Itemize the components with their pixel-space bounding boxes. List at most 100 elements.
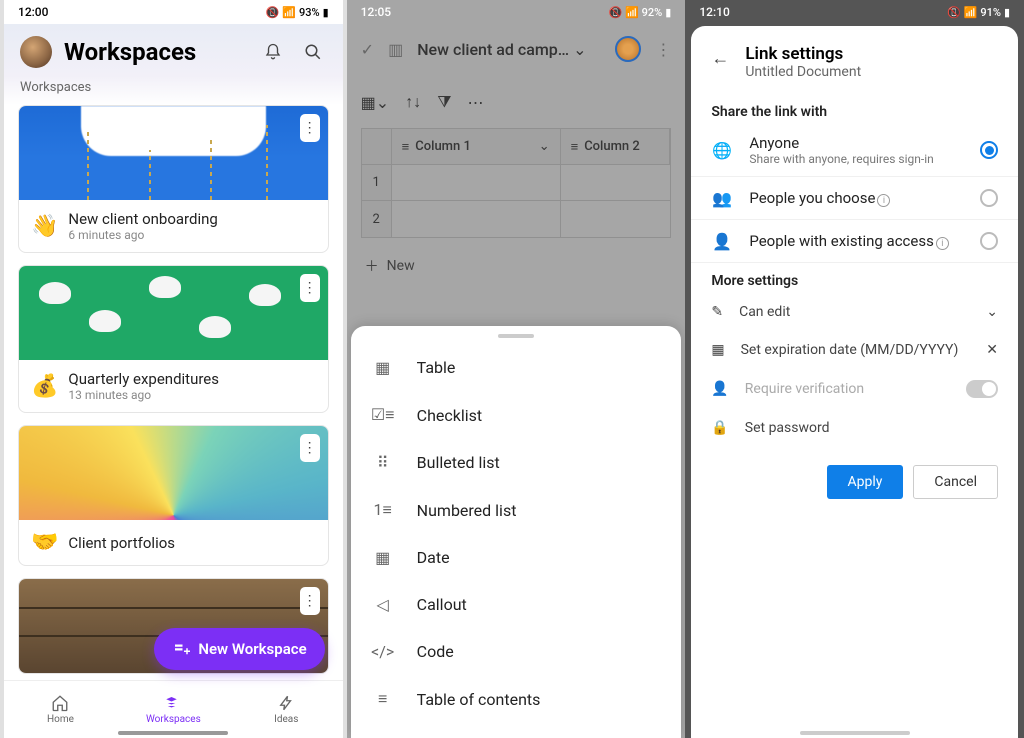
nav-workspaces[interactable]: Workspaces	[117, 681, 230, 738]
card-meta: 6 minutes ago	[68, 228, 217, 242]
setting-can-edit[interactable]: ✎ Can edit ⌄	[691, 293, 1018, 331]
phone-editor: 12:05 📵 📶 92%▮ ✓ ▥ New client ad camp… ⌄…	[347, 0, 686, 738]
avatar[interactable]	[615, 36, 641, 62]
section-more: More settings	[691, 263, 1018, 293]
search-icon[interactable]	[299, 38, 327, 66]
setting-verify: 👤 Require verification	[691, 369, 1018, 409]
info-icon[interactable]: i	[877, 194, 890, 207]
clock: 12:00	[18, 5, 48, 19]
pencil-icon: ✎	[711, 304, 723, 320]
more-icon[interactable]: ⋮	[655, 40, 671, 59]
numbers-icon: 1≡	[373, 500, 393, 520]
card-title: Quarterly expenditures	[68, 370, 219, 388]
fab-label: New Workspace	[198, 640, 306, 658]
radio-selected[interactable]	[980, 141, 998, 159]
bottom-nav: Home Workspaces Ideas	[4, 680, 343, 738]
nav-home[interactable]: Home	[4, 681, 117, 738]
settings-sheet: ← Link settings Untitled Document Share …	[691, 26, 1018, 738]
apply-button[interactable]: Apply	[827, 465, 904, 499]
insert-date[interactable]: ▦Date	[351, 534, 682, 581]
option-anyone[interactable]: 🌐 Anyone Share with anyone, requires sig…	[691, 124, 1018, 177]
megaphone-icon: ◁	[373, 595, 393, 614]
card-title: Client portfolios	[68, 534, 175, 552]
card-menu-icon[interactable]: ⋮	[300, 587, 320, 615]
person-icon: 👤	[711, 381, 728, 397]
lock-icon: 🔒	[711, 420, 728, 436]
globe-icon: 🌐	[711, 139, 733, 161]
page-title: Workspaces	[64, 38, 247, 66]
insert-table[interactable]: ▦Table	[351, 344, 682, 391]
clock: 12:05	[361, 5, 391, 19]
close-icon[interactable]: ✕	[986, 342, 998, 358]
insert-checklist[interactable]: ☑≡Checklist	[351, 391, 682, 439]
ideas-icon	[277, 694, 295, 712]
insert-bulleted[interactable]: ⠿Bulleted list	[351, 439, 682, 486]
home-indicator	[118, 731, 228, 735]
card-image: ⋮	[19, 426, 328, 520]
insert-sheet: ▦Table ☑≡Checklist ⠿Bulleted list 1≡Numb…	[351, 326, 682, 738]
status-bar: 12:05 📵 📶 92%▮	[347, 0, 686, 24]
app-header: Workspaces	[4, 24, 343, 76]
workspace-plus-icon	[172, 640, 190, 658]
cancel-button[interactable]: Cancel	[913, 465, 998, 499]
insert-code[interactable]: </>Code	[351, 628, 682, 675]
avatar[interactable]	[20, 36, 52, 68]
card-list: ⋮ 👋 New client onboarding 6 minutes ago …	[4, 105, 343, 680]
status-icons: 📵 📶 91%▮	[947, 6, 1010, 19]
setting-password[interactable]: 🔒 Set password	[691, 409, 1018, 447]
new-workspace-button[interactable]: New Workspace	[154, 628, 324, 670]
button-row: Apply Cancel	[691, 447, 1018, 517]
insert-callout[interactable]: ◁Callout	[351, 581, 682, 628]
clock: 12:10	[699, 5, 729, 19]
home-indicator	[800, 731, 910, 735]
back-icon[interactable]: ←	[711, 48, 729, 69]
status-icons: 📵 📶 92%▮	[609, 6, 672, 19]
status-icons: 📵 📶 93%▮	[266, 6, 329, 19]
calendar-icon: ▦	[373, 548, 393, 567]
table-icon: ▦	[373, 358, 393, 377]
wave-icon: 👋	[31, 214, 58, 239]
bell-icon[interactable]	[259, 38, 287, 66]
person-icon: 👤	[711, 230, 733, 252]
sheet-title: Link settings	[745, 44, 861, 64]
phone-workspaces: 12:00 📵 📶 93%▮ Workspaces Workspaces ⋮ 👋…	[4, 0, 343, 738]
info-icon[interactable]: i	[936, 237, 949, 250]
status-bar: 12:00 📵 📶 93%▮	[4, 0, 343, 24]
toc-icon: ≡	[373, 689, 393, 709]
workspace-card[interactable]: ⋮ 🤝 Client portfolios	[18, 425, 329, 566]
workspace-card[interactable]: ⋮ 👋 New client onboarding 6 minutes ago	[18, 105, 329, 253]
doc-header: ✓ ▥ New client ad camp… ⌄ ⋮	[347, 24, 686, 74]
option-existing[interactable]: 👤 People with existing accessi	[691, 220, 1018, 263]
workspaces-icon	[164, 694, 182, 712]
chevron-down-icon: ⌄	[986, 304, 998, 320]
check-icon[interactable]: ✓	[361, 40, 374, 59]
phone-link-settings: 12:10 📵 📶 91%▮ ← Link settings Untitled …	[685, 0, 1024, 738]
sheet-handle[interactable]	[498, 334, 534, 338]
breadcrumb: Workspaces	[4, 76, 343, 105]
radio[interactable]	[980, 232, 998, 250]
insert-toc[interactable]: ≡Table of contents	[351, 675, 682, 723]
sheet-header: ← Link settings Untitled Document	[691, 42, 1018, 94]
doc-title[interactable]: New client ad camp… ⌄	[417, 40, 601, 59]
page-icon[interactable]: ▥	[388, 40, 403, 59]
people-gear-icon: 👥	[711, 187, 733, 209]
insert-numbered[interactable]: 1≡Numbered list	[351, 486, 682, 534]
card-image: ⋮	[19, 266, 328, 360]
card-image: ⋮	[19, 106, 328, 200]
section-share: Share the link with	[691, 94, 1018, 124]
card-menu-icon[interactable]: ⋮	[300, 114, 320, 142]
chevron-down-icon: ⌄	[573, 40, 586, 59]
nav-ideas[interactable]: Ideas	[230, 681, 343, 738]
card-menu-icon[interactable]: ⋮	[300, 434, 320, 462]
setting-expiry[interactable]: ▦ Set expiration date (MM/DD/YYYY) ✕	[691, 331, 1018, 369]
card-meta: 13 minutes ago	[68, 388, 219, 402]
workspace-card[interactable]: ⋮ 💰 Quarterly expenditures 13 minutes ag…	[18, 265, 329, 413]
handshake-icon: 🤝	[31, 530, 58, 555]
radio[interactable]	[980, 189, 998, 207]
sheet-subtitle: Untitled Document	[745, 64, 861, 80]
option-choose[interactable]: 👥 People you choosei	[691, 177, 1018, 220]
status-bar: 12:10 📵 📶 91%▮	[685, 0, 1024, 24]
card-menu-icon[interactable]: ⋮	[300, 274, 320, 302]
code-icon: </>	[373, 642, 393, 661]
home-icon	[51, 694, 69, 712]
